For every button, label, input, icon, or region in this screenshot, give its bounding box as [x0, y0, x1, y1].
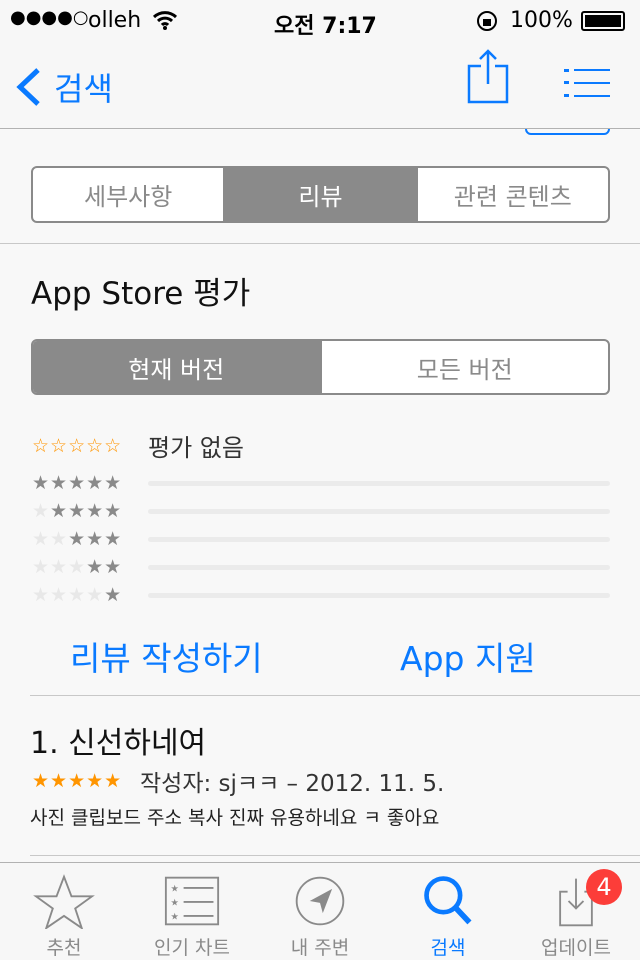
tab-label: 검색: [430, 937, 466, 959]
ratings-title: App Store 평가: [31, 276, 251, 312]
back-label: 검색: [54, 70, 113, 108]
histogram-bar: [148, 592, 610, 598]
svg-text:★: ★: [171, 912, 179, 923]
review-title: 1. 신선하네여: [30, 726, 207, 761]
histogram-row-3: ★★★★★: [32, 525, 610, 553]
nav-bar: 검색: [0, 40, 640, 128]
tab-reviews[interactable]: 리뷰: [225, 168, 418, 221]
detail-segmented-control: 세부사항 리뷰 관련 콘텐츠: [31, 166, 610, 223]
star-icons: ★★★★★: [32, 556, 123, 578]
tab-featured[interactable]: 추천: [0, 863, 128, 960]
tab-bar: 추천 ★ ★ ★ 인기 차트 내 주변 검색 업데이트 4: [0, 862, 640, 960]
back-button[interactable]: 검색: [14, 64, 113, 110]
rating-summary: ☆☆☆☆☆ 평가 없음: [32, 428, 244, 463]
tab-details[interactable]: 세부사항: [33, 168, 226, 221]
histogram-row-2: ★★★★★: [32, 553, 610, 581]
divider: [30, 695, 640, 696]
nav-divider: [0, 128, 640, 129]
app-support-link[interactable]: App 지원: [400, 632, 536, 680]
star-icons: ★★★★★: [32, 584, 123, 606]
wifi-icon: [152, 11, 178, 30]
scrolled-content: [0, 128, 640, 138]
clock: 오전 7:17: [274, 14, 377, 39]
review-body: 사진 클립보드 주소 복사 진짜 유용하네요 ㅋ 좋아요: [30, 807, 440, 829]
ranked-list-icon: ★ ★ ★: [164, 876, 220, 926]
histogram-row-4: ★★★★★: [32, 497, 610, 525]
review-meta: 작성자: sjㅋㅋ – 2012. 11. 5.: [140, 771, 445, 797]
share-icon[interactable]: [466, 48, 510, 104]
battery-percent: 100%: [510, 8, 573, 33]
version-segmented-control: 현재 버전 모든 버전: [31, 339, 610, 395]
rotation-lock-icon: [477, 11, 497, 31]
tab-label: 인기 차트: [154, 937, 230, 959]
summary-text: 평가 없음: [148, 434, 244, 462]
tab-search[interactable]: 검색: [384, 863, 512, 960]
update-count-badge: 4: [586, 869, 622, 905]
status-bar: ●●●●○ olleh 오전 7:17 100%: [0, 0, 640, 40]
star-icon: [33, 874, 95, 929]
search-icon: [424, 876, 472, 925]
tab-near-me[interactable]: 내 주변: [256, 863, 384, 960]
location-arrow-icon: [295, 876, 345, 926]
tab-related[interactable]: 관련 콘텐츠: [418, 168, 608, 221]
histogram-row-5: ★★★★★: [32, 469, 610, 497]
tab-label: 내 주변: [290, 937, 350, 959]
chevron-left-icon: [16, 68, 40, 106]
tab-label: 업데이트: [541, 937, 611, 959]
review-meta-row: ★★★★★ 작성자: sjㅋㅋ – 2012. 11. 5.: [32, 764, 444, 798]
svg-text:★: ★: [171, 884, 179, 895]
tab-label: 추천: [46, 937, 82, 959]
histogram-row-1: ★★★★★: [32, 581, 610, 609]
svg-text:★: ★: [171, 898, 179, 909]
write-review-link[interactable]: 리뷰 작성하기: [70, 632, 263, 680]
star-icons: ★★★★★: [32, 500, 123, 522]
tab-current-version[interactable]: 현재 버전: [33, 341, 322, 393]
battery-icon: [581, 11, 625, 31]
summary-stars: ☆☆☆☆☆: [32, 434, 123, 457]
tab-all-versions[interactable]: 모든 버전: [322, 341, 609, 393]
star-icons: ★★★★★: [32, 472, 123, 494]
signal-strength: ●●●●○: [10, 7, 89, 28]
divider: [0, 243, 640, 244]
tab-top-charts[interactable]: ★ ★ ★ 인기 차트: [128, 863, 256, 960]
histogram-bar: [148, 508, 610, 514]
review-stars: ★★★★★: [32, 770, 123, 792]
histogram-bar: [148, 536, 610, 542]
carrier: olleh: [88, 8, 142, 33]
histogram-bar: [148, 480, 610, 486]
partial-button[interactable]: [525, 128, 610, 135]
divider: [30, 855, 640, 856]
tab-updates[interactable]: 업데이트 4: [512, 863, 640, 960]
star-icons: ★★★★★: [32, 528, 123, 550]
histogram-bar: [148, 564, 610, 570]
list-icon[interactable]: [564, 68, 610, 98]
